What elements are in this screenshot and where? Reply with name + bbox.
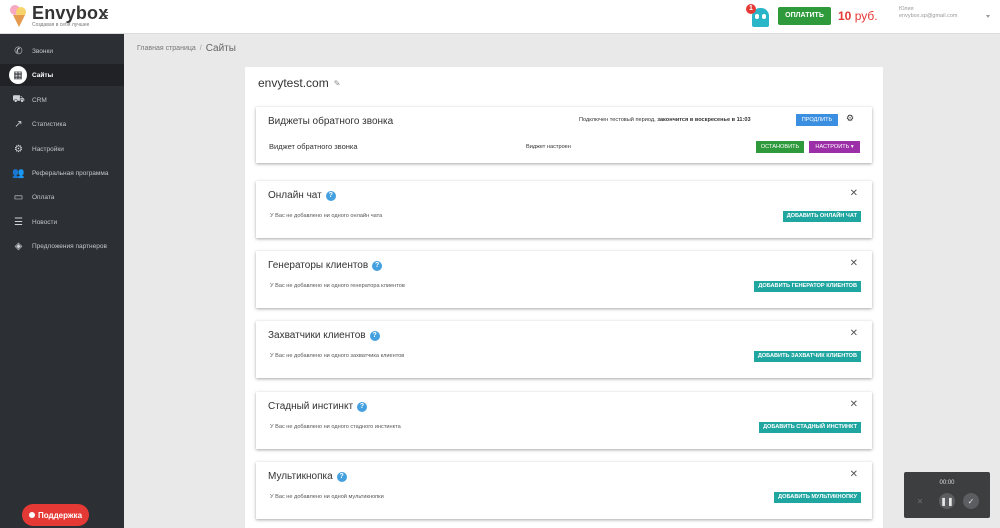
support-icon	[28, 512, 35, 518]
support-label: Поддержка	[37, 510, 83, 520]
tag-icon: ◈	[14, 240, 23, 252]
check-icon[interactable]: ✓	[963, 493, 979, 509]
crm-icon: ⛟	[12, 93, 25, 105]
balance-currency: руб.	[854, 9, 878, 23]
widget-name: Виджет обратного звонка	[269, 142, 358, 151]
gear-icon[interactable]: ⚙	[846, 113, 854, 124]
pause-icon[interactable]: ❚❚	[939, 493, 955, 509]
sidebar-item-sites[interactable]: ▦ Сайты	[0, 64, 124, 86]
extend-button[interactable]: ПРОДЛИТЬ	[796, 114, 838, 126]
empty-message: У Вас не добавлено ни одной мультикнопки	[270, 494, 384, 500]
logo[interactable]: Envybox Создавая в себя лучшее	[8, 4, 108, 28]
top-bar: Envybox Создавая в себя лучшее 1 ОПЛАТИТ…	[0, 0, 1000, 34]
sidebar-item-label: Сайты	[32, 71, 54, 79]
gear-icon: ⚙	[14, 143, 23, 155]
sidebar-item-payment[interactable]: ▭ Оплата	[0, 186, 124, 208]
sidebar-item-label: Звонки	[32, 47, 53, 55]
help-icon[interactable]: ?	[325, 190, 336, 201]
close-icon[interactable]: ✕	[850, 328, 858, 339]
widget-status: Виджет настроен	[526, 144, 571, 150]
add-client-generator-button[interactable]: ДОБАВИТЬ ГЕНЕРАТОР КЛИЕНТОВ	[754, 281, 861, 292]
breadcrumb: Главная страница / Сайты	[137, 43, 236, 54]
multibutton-section: Мультикнопка? ✕ У Вас не добавлено ни од…	[256, 462, 872, 519]
chart-line-icon: ↗	[14, 118, 23, 130]
sidebar-item-label: CRM	[32, 96, 47, 104]
screen-recorder: 00:00 ✕ ❚❚ ✓	[904, 472, 990, 518]
sidebar-item-news[interactable]: ☰ Новости	[0, 211, 124, 233]
close-icon[interactable]: ✕	[850, 469, 858, 480]
add-herd-instinct-button[interactable]: ДОБАВИТЬ СТАДНЫЙ ИНСТИНКТ	[759, 422, 861, 433]
empty-message: У Вас не добавлено ни одного онлайн чата	[270, 213, 383, 219]
pay-button[interactable]: ОПЛАТИТЬ	[778, 7, 831, 25]
ice-cream-icon	[8, 4, 28, 28]
balance: 10 руб.	[838, 9, 878, 23]
section-title: Генераторы клиентов?	[268, 260, 383, 271]
sidebar: ✆ Звонки ▦ Сайты ⛟ CRM ↗ Статистика ⚙ На…	[0, 34, 124, 528]
empty-message: У Вас не добавлено ни одного генератора …	[270, 283, 405, 289]
sidebar-item-referral[interactable]: 👥 Реферальная программа	[0, 162, 124, 184]
online-chat-section: Онлайн чат? ✕ У Вас не добавлено ни одно…	[256, 181, 872, 238]
section-title: Виджеты обратного звонка	[268, 116, 394, 127]
site-title: envytest.com ✎	[258, 76, 340, 90]
callback-widgets-section: Виджеты обратного звонка Подключен тесто…	[256, 107, 872, 163]
empty-message: У Вас не добавлено ни одного стадного ин…	[270, 424, 401, 430]
sidebar-item-label: Новости	[32, 218, 58, 226]
add-client-catcher-button[interactable]: ДОБАВИТЬ ЗАХВАТЧИК КЛИЕНТОВ	[753, 351, 861, 362]
help-icon[interactable]: ?	[336, 471, 347, 482]
sidebar-item-crm[interactable]: ⛟ CRM	[0, 89, 124, 111]
sidebar-item-statistics[interactable]: ↗ Статистика	[0, 113, 124, 135]
herd-instinct-section: Стадный инстинкт? ✕ У Вас не добавлено н…	[256, 392, 872, 449]
menu-toggle-icon[interactable]	[101, 12, 108, 19]
breadcrumb-current: Сайты	[205, 43, 236, 54]
phone-icon: ✆	[14, 45, 23, 57]
user-menu[interactable]: Юлия envybox.sp@gmail.com	[899, 6, 957, 20]
client-generators-section: Генераторы клиентов? ✕ У Вас не добавлен…	[256, 251, 872, 308]
list-icon: ☰	[14, 216, 23, 228]
sidebar-item-partners[interactable]: ◈ Предложения партнеров	[0, 235, 124, 257]
empty-message: У Вас не добавлено ни одного захватчика …	[270, 353, 405, 359]
help-icon[interactable]: ?	[369, 330, 380, 341]
section-title: Мультикнопка?	[268, 471, 347, 482]
card-icon: ▭	[13, 191, 24, 203]
grid-icon: ▦	[9, 66, 27, 84]
recorder-time: 00:00	[939, 480, 955, 486]
sidebar-item-calls[interactable]: ✆ Звонки	[0, 40, 124, 62]
sidebar-item-label: Статистика	[32, 120, 67, 128]
caret-down-icon[interactable]	[986, 15, 990, 18]
notification-badge: 1	[746, 4, 756, 14]
close-icon[interactable]: ✕	[850, 258, 858, 269]
site-card: envytest.com ✎ Виджеты обратного звонка …	[245, 67, 883, 528]
users-icon: 👥	[12, 167, 25, 179]
add-online-chat-button[interactable]: ДОБАВИТЬ ОНЛАЙН ЧАТ	[782, 211, 861, 222]
breadcrumb-separator: /	[199, 45, 202, 52]
add-multibutton-button[interactable]: ДОБАВИТЬ МУЛЬТИКНОПКУ	[774, 492, 861, 503]
site-domain: envytest.com	[258, 76, 329, 90]
breadcrumb-home[interactable]: Главная страница	[137, 45, 196, 52]
support-button[interactable]: Поддержка	[22, 504, 89, 526]
sidebar-item-label: Оплата	[32, 193, 55, 201]
sidebar-item-settings[interactable]: ⚙ Настройки	[0, 138, 124, 160]
logo-name: Envybox	[32, 3, 109, 23]
pencil-icon[interactable]: ✎	[334, 79, 341, 88]
user-name: Юлия	[899, 6, 914, 12]
sidebar-item-label: Предложения партнеров	[32, 242, 107, 250]
section-title: Онлайн чат?	[268, 190, 336, 201]
user-email: envybox.sp@gmail.com	[899, 13, 958, 19]
close-icon[interactable]: ✕	[850, 399, 858, 410]
balance-value: 10	[838, 9, 852, 23]
stop-button[interactable]: ОСТАНОВИТЬ	[756, 141, 804, 153]
notifications-button[interactable]: 1	[746, 4, 771, 28]
help-icon[interactable]: ?	[357, 401, 368, 412]
cancel-recording-icon[interactable]: ✕	[912, 493, 928, 509]
client-catchers-section: Захватчики клиентов? ✕ У Вас не добавлен…	[256, 321, 872, 378]
close-icon[interactable]: ✕	[850, 188, 858, 199]
sidebar-item-label: Реферальная программа	[32, 169, 109, 177]
sidebar-item-label: Настройки	[32, 145, 64, 153]
help-icon[interactable]: ?	[372, 260, 383, 271]
configure-button[interactable]: НАСТРОИТЬ ▾	[809, 141, 860, 153]
section-title: Захватчики клиентов?	[268, 330, 380, 341]
section-title: Стадный инстинкт?	[268, 401, 368, 412]
trial-notice: Подключен тестовый период, закончится в …	[579, 117, 751, 123]
